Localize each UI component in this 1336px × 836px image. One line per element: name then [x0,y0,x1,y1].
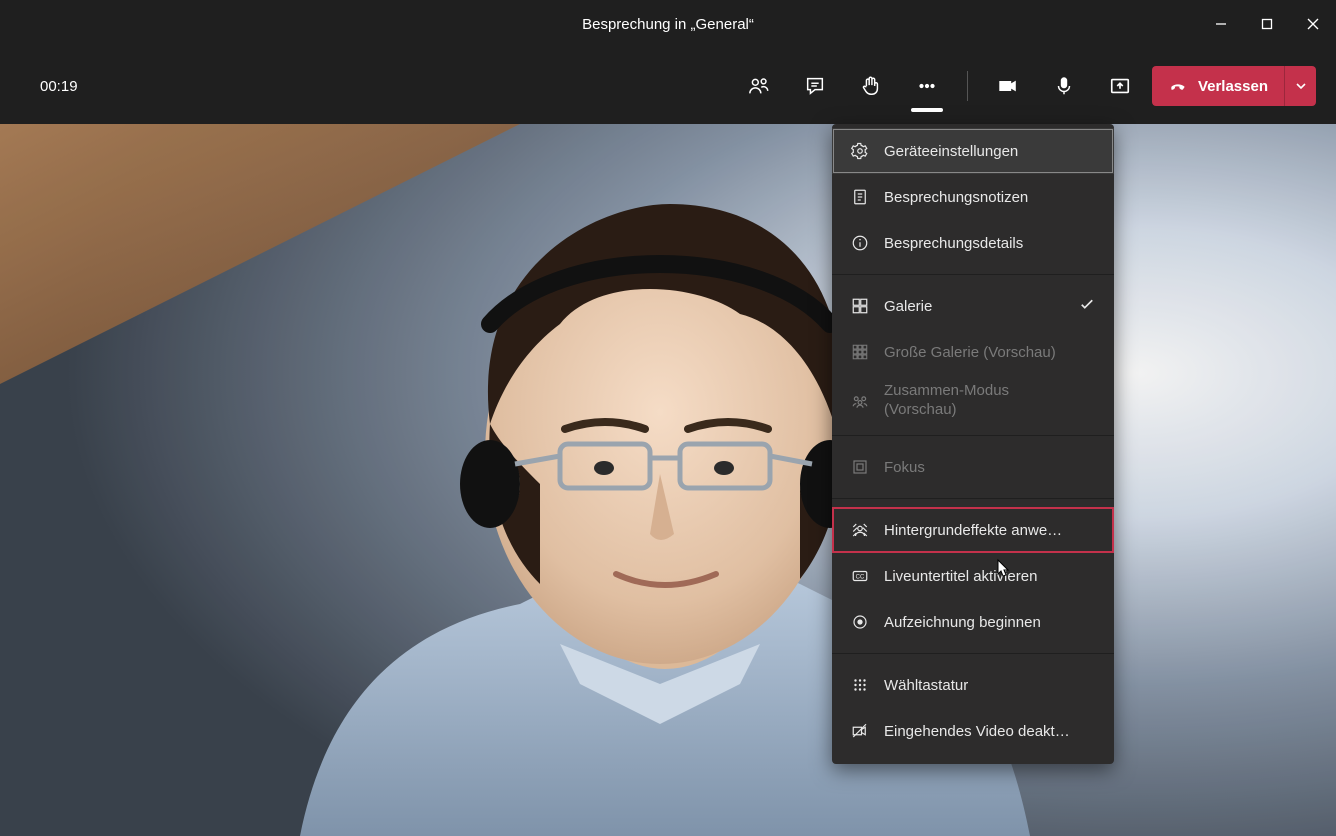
notes-icon [850,187,870,207]
menu-background-effects[interactable]: Hintergrundeffekte anwe… [832,507,1114,553]
menu-label: Hintergrundeffekte anwe… [884,522,1096,539]
menu-device-settings[interactable]: Geräteeinstellungen [832,128,1114,174]
menu-meeting-notes[interactable]: Besprechungsnotizen [832,174,1114,220]
menu-label: Besprechungsnotizen [884,189,1096,206]
menu-separator [832,274,1114,275]
menu-label: Zusammen-Modus [884,382,1096,401]
menu-label: Wähltastatur [884,677,1096,694]
dialpad-icon [850,675,870,695]
menu-live-captions[interactable]: CC Liveuntertitel aktivieren [832,553,1114,599]
menu-separator [832,653,1114,654]
gear-icon [850,141,870,161]
menu-separator [832,435,1114,436]
menu-disable-incoming-video[interactable]: Eingehendes Video deakt… [832,708,1114,754]
menu-label: Aufzeichnung beginnen [884,614,1096,631]
maximize-button[interactable] [1244,0,1290,48]
menu-label: Geräteeinstellungen [884,143,1096,160]
share-button[interactable] [1096,62,1144,110]
menu-label: Galerie [884,298,1064,315]
grid-2x2-icon [850,296,870,316]
people-button[interactable] [735,62,783,110]
grid-3x3-icon [850,342,870,362]
menu-label: Große Galerie (Vorschau) [884,344,1096,361]
menu-label: Eingehendes Video deakt… [884,723,1096,740]
menu-start-recording[interactable]: Aufzeichnung beginnen [832,599,1114,645]
more-actions-button[interactable] [903,62,951,110]
menu-large-gallery: Große Galerie (Vorschau) [832,329,1114,375]
chat-button[interactable] [791,62,839,110]
title-bar: Besprechung in „General“ [0,0,1336,48]
background-effects-icon [850,520,870,540]
svg-text:CC: CC [856,575,865,581]
close-button[interactable] [1290,0,1336,48]
cc-icon: CC [850,566,870,586]
separator [967,71,968,101]
hangup-icon [1168,76,1188,96]
check-icon [1078,295,1096,317]
window-controls [1198,0,1336,48]
focus-icon [850,457,870,477]
participant-video [0,124,1336,836]
mic-button[interactable] [1040,62,1088,110]
menu-label: Fokus [884,459,1096,476]
menu-label-sub: (Vorschau) [884,401,1096,420]
window-title: Besprechung in „General“ [582,16,754,33]
minimize-button[interactable] [1198,0,1244,48]
menu-together-mode: Zusammen-Modus (Vorschau) [832,375,1114,427]
menu-label: Liveuntertitel aktivieren [884,568,1096,585]
menu-dialpad[interactable]: Wähltastatur [832,662,1114,708]
more-actions-menu: Geräteeinstellungen Besprechungsnotizen … [832,124,1114,764]
menu-separator [832,498,1114,499]
video-area [0,124,1336,836]
raise-hand-button[interactable] [847,62,895,110]
leave-dropdown[interactable] [1284,66,1316,106]
control-bar: 00:19 [0,48,1336,124]
menu-label: Besprechungsdetails [884,235,1096,252]
leave-label: Verlassen [1198,78,1268,95]
menu-meeting-details[interactable]: Besprechungsdetails [832,220,1114,266]
call-timer: 00:19 [40,78,78,95]
menu-focus: Fokus [832,444,1114,490]
together-icon [850,391,870,411]
menu-gallery[interactable]: Galerie [832,283,1114,329]
video-off-icon [850,721,870,741]
leave-button[interactable]: Verlassen [1152,66,1316,106]
camera-button[interactable] [984,62,1032,110]
info-icon [850,233,870,253]
record-icon [850,612,870,632]
chevron-down-icon [1295,80,1307,92]
